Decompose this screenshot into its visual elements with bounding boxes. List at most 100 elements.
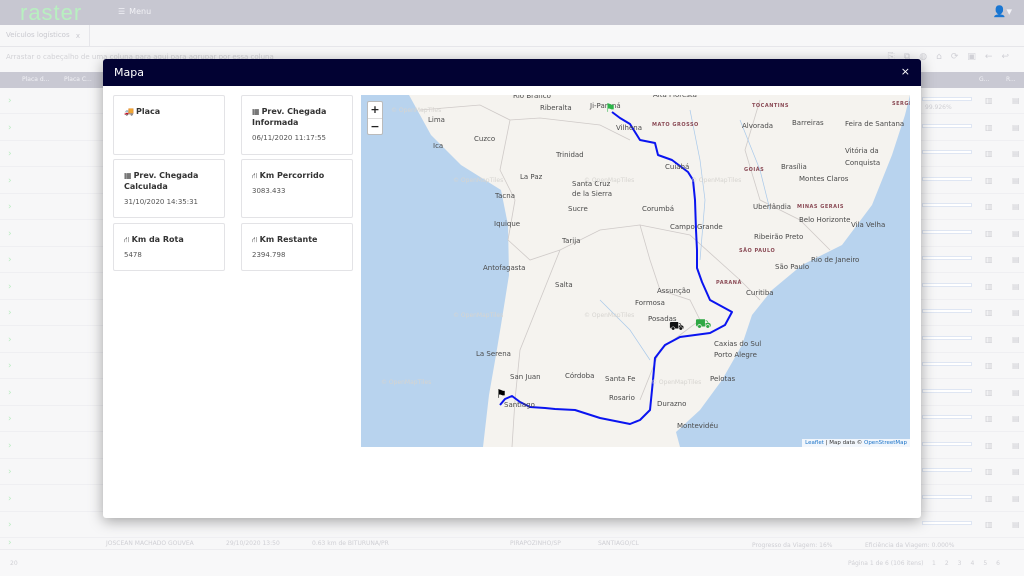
chart-icon[interactable]: ▥ [985, 494, 993, 503]
user-icon[interactable]: 👤▾ [993, 5, 1012, 18]
zoom-in-button[interactable]: + [368, 102, 382, 118]
page-6[interactable]: 6 [996, 560, 1009, 567]
expand-icon[interactable]: › [8, 229, 12, 239]
city-label: La Serena [476, 350, 511, 358]
progress-bar [922, 282, 972, 287]
column-header[interactable]: Placa C... [64, 76, 92, 83]
chart-icon[interactable]: ▥ [985, 414, 993, 423]
expand-icon[interactable]: › [8, 308, 12, 318]
page-5[interactable]: 5 [983, 560, 996, 567]
expand-icon[interactable]: › [8, 467, 12, 477]
expand-icon[interactable]: › [8, 123, 12, 133]
city-label: Santiago [504, 401, 535, 409]
zoom-out-button[interactable]: − [368, 118, 382, 134]
clipboard-icon[interactable]: ▤ [1012, 282, 1020, 291]
clipboard-icon[interactable]: ▤ [1012, 441, 1020, 450]
page-numbers[interactable]: 123456 [932, 560, 1009, 567]
chart-icon[interactable]: ▥ [985, 441, 993, 450]
chart-icon[interactable]: ▥ [985, 149, 993, 158]
clipboard-icon[interactable]: ▤ [1012, 96, 1020, 105]
start-flag-icon[interactable]: ⚑ [605, 101, 616, 115]
osm-link[interactable]: OpenStreetMap [864, 440, 907, 446]
expand-icon[interactable]: › [8, 388, 12, 398]
truck-green-icon[interactable]: ⛟ [695, 317, 711, 334]
clipboard-icon[interactable]: ▤ [1012, 414, 1020, 423]
chart-icon[interactable]: ▥ [985, 202, 993, 211]
expand-icon[interactable]: › [8, 255, 12, 265]
clipboard-icon[interactable]: ▤ [1012, 308, 1020, 317]
chart-icon[interactable]: ▥ [985, 282, 993, 291]
column-header[interactable]: G... [979, 76, 989, 83]
clipboard-icon[interactable]: ▤ [1012, 520, 1020, 529]
clipboard-icon[interactable]: ▤ [1012, 388, 1020, 397]
expand-icon[interactable]: › [8, 96, 12, 106]
page-2[interactable]: 2 [945, 560, 958, 567]
expand-icon[interactable]: › [8, 149, 12, 159]
page-4[interactable]: 4 [970, 560, 983, 567]
page-3[interactable]: 3 [958, 560, 971, 567]
column-header[interactable]: R... [1006, 76, 1016, 83]
chart-icon[interactable]: ▥ [985, 96, 993, 105]
expand-icon[interactable]: › [8, 441, 12, 451]
card-km-da-rota: ⛙ Km da Rota 5478 [113, 223, 225, 271]
city-label: Pelotas [710, 375, 736, 383]
city-label: Curitiba [746, 289, 774, 297]
chart-icon[interactable]: ▥ [985, 229, 993, 238]
chart-icon[interactable]: ▥ [985, 335, 993, 344]
expand-icon[interactable]: › [8, 494, 12, 504]
progress-bar [922, 229, 972, 234]
page-1[interactable]: 1 [932, 560, 945, 567]
clipboard-icon[interactable]: ▤ [1012, 494, 1020, 503]
expand-icon[interactable]: › [8, 282, 12, 292]
tab-close-icon[interactable]: x [76, 32, 80, 40]
progress-bar [922, 176, 972, 181]
chart-icon[interactable]: ▥ [985, 388, 993, 397]
chart-icon[interactable]: ▥ [985, 176, 993, 185]
expand-icon[interactable]: › [8, 538, 12, 548]
column-header[interactable]: Placa d... [22, 76, 49, 83]
city-label: Alvorada [742, 122, 774, 130]
page-size-select[interactable]: 20 [10, 560, 18, 567]
expand-icon[interactable]: › [8, 361, 12, 371]
chart-icon[interactable]: ▥ [985, 123, 993, 132]
card-prev-chegada-calculada: ▦ Prev. Chegada Calculada 31/10/2020 14:35… [113, 159, 225, 218]
tab-veiculos-logisticos[interactable]: Veículos logísticos x [0, 25, 90, 47]
route-map[interactable]: Rio Branco Riberalta Ji-Paraná Alta Florest… [361, 95, 910, 447]
chart-icon[interactable]: ▥ [985, 308, 993, 317]
end-flag-icon[interactable]: ⚑ [496, 387, 507, 401]
expand-icon[interactable]: › [8, 176, 12, 186]
city-label: de la Sierra [572, 190, 613, 198]
clipboard-icon[interactable]: ▤ [1012, 467, 1020, 476]
state-label: SERGIPE [892, 101, 910, 107]
close-button[interactable]: × [901, 65, 910, 78]
progress-bar [922, 388, 972, 393]
clipboard-icon[interactable]: ▤ [1012, 229, 1020, 238]
city-label: Conquista [845, 159, 881, 167]
expand-icon[interactable]: › [8, 335, 12, 345]
expand-icon[interactable]: › [8, 414, 12, 424]
clipboard-icon[interactable]: ▤ [1012, 123, 1020, 132]
clipboard-icon[interactable]: ▤ [1012, 176, 1020, 185]
chart-icon[interactable]: ▥ [985, 255, 993, 264]
map-watermark: © OpenMapTiles [651, 379, 702, 386]
clipboard-icon[interactable]: ▤ [1012, 255, 1020, 264]
expand-icon[interactable]: › [8, 202, 12, 212]
menu-button[interactable]: ☰ Menu [114, 7, 151, 16]
city-label: Rio de Janeiro [811, 256, 860, 264]
modal-header: Mapa × [103, 59, 921, 86]
chart-icon[interactable]: ▥ [985, 520, 993, 529]
clipboard-icon[interactable]: ▤ [1012, 149, 1020, 158]
clipboard-icon[interactable]: ▤ [1012, 202, 1020, 211]
chart-icon[interactable]: ▥ [985, 467, 993, 476]
chart-icon[interactable]: ▥ [985, 361, 993, 370]
city-label: Rio Branco [513, 95, 551, 100]
menu-label: Menu [129, 7, 152, 16]
city-label: Rosario [609, 394, 635, 402]
city-label: Barreiras [792, 119, 824, 127]
expand-icon[interactable]: › [8, 520, 12, 530]
truck-current-icon[interactable]: ⛟ [669, 319, 684, 335]
clipboard-icon[interactable]: ▤ [1012, 335, 1020, 344]
clipboard-icon[interactable]: ▤ [1012, 361, 1020, 370]
leaflet-link[interactable]: Leaflet [805, 440, 824, 446]
city-label: Riberalta [540, 104, 572, 112]
